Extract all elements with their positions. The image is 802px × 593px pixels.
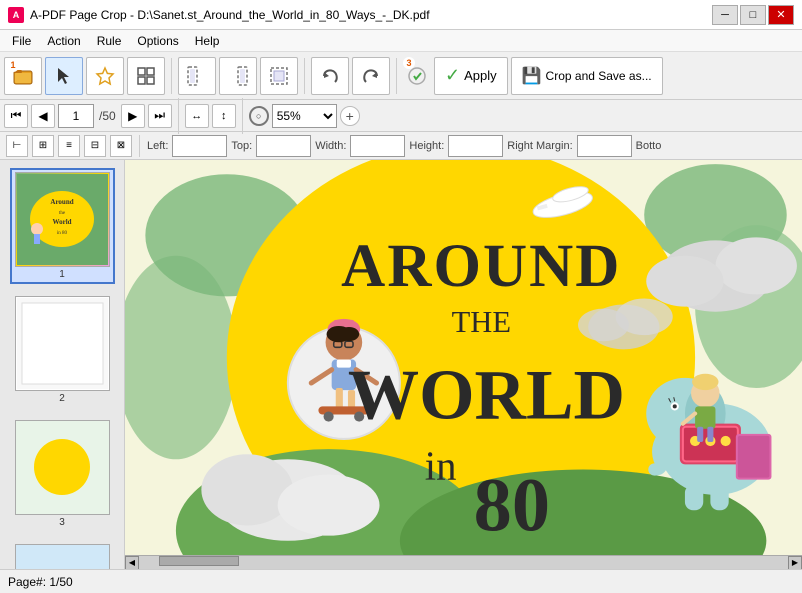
scroll-left-arrow[interactable]: ◀ xyxy=(125,556,139,570)
separator4 xyxy=(178,98,179,134)
page-number-input[interactable]: 1 xyxy=(58,104,94,128)
open-button[interactable]: 1 xyxy=(4,57,42,95)
check-icon: ✓ xyxy=(445,65,460,86)
thumb-image-2 xyxy=(15,296,110,391)
trim-button[interactable] xyxy=(260,57,298,95)
top-label: Top: xyxy=(231,140,252,152)
separator3 xyxy=(396,58,397,94)
svg-text:World: World xyxy=(52,218,71,226)
thumbnail-panel: Around the World in 80 1 2 xyxy=(0,160,125,569)
save-icon: 💾 xyxy=(522,66,542,86)
left-input[interactable] xyxy=(172,135,227,157)
align-btn-5[interactable]: ⊠ xyxy=(110,135,132,157)
status-bar: Page#: 1/50 xyxy=(0,569,802,593)
main-area: Around the World in 80 1 2 xyxy=(0,160,802,569)
scrollbar-thumb[interactable] xyxy=(159,556,239,566)
page-viewer: AROUND THE WORLD in 80 xyxy=(125,160,802,569)
width-input[interactable] xyxy=(350,135,405,157)
thumb-image-4: Around the World xyxy=(15,544,110,569)
svg-text:the: the xyxy=(58,211,65,216)
width-label: Width: xyxy=(315,140,346,152)
svg-text:in: in xyxy=(425,444,457,489)
menu-action[interactable]: Action xyxy=(39,32,88,50)
thumb-image-1: Around the World in 80 xyxy=(15,172,110,267)
apply-button[interactable]: ✓ Apply xyxy=(434,57,508,95)
star-tool-button[interactable] xyxy=(86,57,124,95)
redo-button[interactable] xyxy=(352,57,390,95)
align-btn-2[interactable]: ⊞ xyxy=(32,135,54,157)
bottom-label: Botto xyxy=(636,140,662,152)
close-button[interactable]: ✕ xyxy=(768,5,794,25)
separator1 xyxy=(171,58,172,94)
menu-rule[interactable]: Rule xyxy=(89,32,130,50)
thumbnail-3[interactable]: 3 xyxy=(10,416,115,532)
align-btn-4[interactable]: ⊟ xyxy=(84,135,106,157)
thumb-label-2: 2 xyxy=(59,393,65,404)
title-text: A-PDF Page Crop - D:\Sanet.st_Around_the… xyxy=(30,8,430,22)
first-page-button[interactable]: ⏮ xyxy=(4,104,28,128)
prev-page-button[interactable]: ◀ xyxy=(31,104,55,128)
thumb-label-1: 1 xyxy=(59,269,65,280)
height-label: Height: xyxy=(409,140,444,152)
toolbar3: ⊢ ⊞ ≡ ⊟ ⊠ Left: Top: Width: Height: Righ… xyxy=(0,132,802,160)
thumbnail-2[interactable]: 2 xyxy=(10,292,115,408)
crop-left-button[interactable] xyxy=(178,57,216,95)
crop-right-button[interactable] xyxy=(219,57,257,95)
thumb-image-3 xyxy=(15,420,110,515)
title-bar: A A-PDF Page Crop - D:\Sanet.st_Around_t… xyxy=(0,0,802,30)
separator6 xyxy=(139,135,140,157)
zoom-icon[interactable]: ○ xyxy=(249,106,269,126)
title-bar-left: A A-PDF Page Crop - D:\Sanet.st_Around_t… xyxy=(8,7,430,23)
zoom-plus-button[interactable]: + xyxy=(340,106,360,126)
thumb-label-3: 3 xyxy=(59,517,65,528)
badge-1: 1 xyxy=(7,60,19,72)
page-image: AROUND THE WORLD in 80 xyxy=(125,160,802,555)
menu-options[interactable]: Options xyxy=(129,32,186,50)
thumbnail-1[interactable]: Around the World in 80 1 xyxy=(10,168,115,284)
window-controls[interactable]: ─ □ ✕ xyxy=(712,5,794,25)
apply-label: Apply xyxy=(464,68,497,83)
top-input[interactable] xyxy=(256,135,311,157)
badge-3: 3 xyxy=(403,57,415,69)
zoom-select[interactable]: 55% 25% 50% 75% 100% 150% 200% xyxy=(272,104,337,128)
fit-width-button[interactable]: ↔ xyxy=(185,104,209,128)
last-page-button[interactable]: ⏭ xyxy=(148,104,172,128)
svg-text:in 80: in 80 xyxy=(56,231,67,236)
scrollbar-track[interactable] xyxy=(139,556,788,570)
next-page-button[interactable]: ▶ xyxy=(121,104,145,128)
toolbar1: 1 3 ✓ Apply 💾 xyxy=(0,52,802,100)
height-input[interactable] xyxy=(448,135,503,157)
svg-text:THE: THE xyxy=(452,305,511,339)
toolbar2: ⏮ ◀ 1 /50 ▶ ⏭ ↔ ↕ ○ 55% 25% 50% 75% 100%… xyxy=(0,100,802,132)
svg-text:AROUND: AROUND xyxy=(341,233,621,300)
horizontal-scrollbar[interactable]: ◀ ▶ xyxy=(125,555,802,569)
separator2 xyxy=(304,58,305,94)
align-btn-3[interactable]: ≡ xyxy=(58,135,80,157)
align-btn-1[interactable]: ⊢ xyxy=(6,135,28,157)
menu-help[interactable]: Help xyxy=(187,32,228,50)
thumbnail-4[interactable]: Around the World 4 xyxy=(10,540,115,569)
menu-bar: File Action Rule Options Help xyxy=(0,30,802,52)
svg-text:WORLD: WORLD xyxy=(348,356,625,435)
crop-save-button[interactable]: 💾 Crop and Save as... xyxy=(511,57,663,95)
select-tool-button[interactable] xyxy=(45,57,83,95)
page-content: AROUND THE WORLD in 80 xyxy=(125,160,802,555)
scroll-right-arrow[interactable]: ▶ xyxy=(788,556,802,570)
separator5 xyxy=(242,98,243,134)
maximize-button[interactable]: □ xyxy=(740,5,766,25)
svg-text:80: 80 xyxy=(474,463,550,548)
fit-page-button[interactable]: ↕ xyxy=(212,104,236,128)
right-margin-input[interactable] xyxy=(577,135,632,157)
minimize-button[interactable]: ─ xyxy=(712,5,738,25)
crop-save-label: Crop and Save as... xyxy=(546,69,652,83)
right-margin-label: Right Margin: xyxy=(507,140,572,152)
app-icon: A xyxy=(8,7,24,23)
grid-tool-button[interactable] xyxy=(127,57,165,95)
menu-file[interactable]: File xyxy=(4,32,39,50)
page-info: Page#: 1/50 xyxy=(8,575,73,589)
left-label: Left: xyxy=(147,140,168,152)
undo-button[interactable] xyxy=(311,57,349,95)
page-total: /50 xyxy=(97,109,118,123)
svg-text:Around: Around xyxy=(50,198,73,206)
